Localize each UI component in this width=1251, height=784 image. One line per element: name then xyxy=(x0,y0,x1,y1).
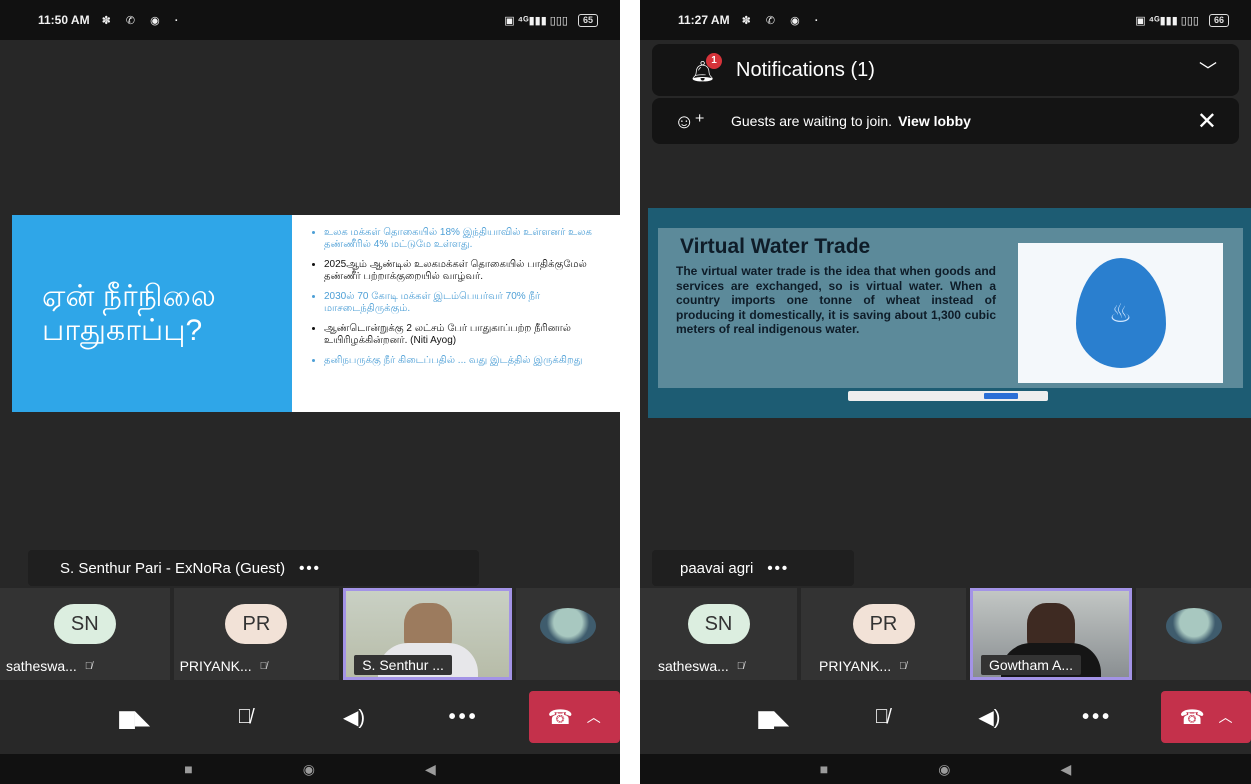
participant-name: S. Senthur ... xyxy=(354,655,452,675)
hangup-button[interactable]: ☎ ︿ xyxy=(528,691,620,743)
avatar-thumbnail xyxy=(539,608,596,644)
guest-add-icon: ☺⁺ xyxy=(674,110,705,133)
participant-tile[interactable]: PR PRIYANK... 🎙̸ xyxy=(173,588,340,680)
avatar-thumbnail xyxy=(1165,608,1222,644)
notifications-panel[interactable]: 🔔︎ 1 Notifications (1) ﹀ xyxy=(652,44,1239,96)
lobby-notification: ☺⁺ Guests are waiting to join. View lobb… xyxy=(652,98,1239,144)
more-options-icon[interactable]: ••• xyxy=(767,560,789,577)
meeting-stage: 🔔︎ 1 Notifications (1) ﹀ ☺⁺ Guests are w… xyxy=(640,40,1251,784)
shared-slide: ஏன் நீர்நிலை பாதுகாப்பு? உலக மக்கள் தொகை… xyxy=(12,215,620,573)
call-controls: ▆◣ 🎙̸ ◀) ••• ☎ ︿ xyxy=(0,680,620,754)
slide-bullet: 2030ல் 70 கோடி மக்கள் இடம்பெயர்வர் 70% ந… xyxy=(324,291,594,315)
slide-bullet: 2025ஆம் ஆண்டில் உலகமக்கள் தொகையில் பாதிக… xyxy=(324,259,594,283)
mic-off-icon: 🎙̸ xyxy=(899,660,907,672)
participant-name: satheswa... xyxy=(658,658,729,674)
back-icon[interactable]: ◀ xyxy=(425,761,436,778)
participant-video-tile[interactable]: Gowtham A... xyxy=(970,588,1132,680)
phone-hangup-icon: ☎ xyxy=(547,706,573,729)
bell-icon-wrap: 🔔︎ 1 xyxy=(690,53,722,83)
participant-tile[interactable]: PR PRIYANK... 🎙̸ xyxy=(801,588,966,680)
slide-bullet: உலக மக்கள் தொகையில் 18% இந்தியாவில் உள்ள… xyxy=(324,227,594,251)
participant-tile[interactable] xyxy=(515,588,620,680)
slide-bullet: தனிநபருக்கு நீர் கிடைப்பதில் ... வது இடத… xyxy=(324,355,594,367)
chevron-up-icon: ︿ xyxy=(1218,709,1233,725)
close-icon[interactable]: ✕ xyxy=(1197,107,1217,136)
slide-title: ஏன் நீர்நிலை பாதுகாப்பு? xyxy=(12,215,292,412)
status-right: ▣ ⁴ᴳ▮▮▮ ▯▯▯ 66 xyxy=(1135,13,1229,27)
mic-off-icon[interactable]: 🎙̸ xyxy=(828,706,936,729)
hangup-button[interactable]: ☎ ︿ xyxy=(1161,691,1251,743)
participant-video-tile[interactable]: S. Senthur ... xyxy=(343,588,512,680)
status-right: ▣ ⁴ᴳ▮▮▮ ▯▯▯ 65 xyxy=(504,13,598,27)
notification-badge: 1 xyxy=(706,53,722,69)
participant-tile[interactable] xyxy=(1136,588,1251,680)
phone-screen-left: 11:50 AM ✽ ✆ ◉ · ▣ ⁴ᴳ▮▮▮ ▯▯▯ 65 ஏன் நீர்… xyxy=(0,0,620,784)
status-icons: ✽ ✆ ◉ · xyxy=(741,14,825,27)
mic-off-icon: 🎙̸ xyxy=(84,660,93,672)
avatar: SN xyxy=(53,604,116,644)
phone-hangup-icon: ☎ xyxy=(1179,706,1205,729)
mic-off-icon: 🎙̸ xyxy=(259,660,268,672)
battery-icon: 66 xyxy=(1208,13,1229,27)
participant-name: PRIYANK... xyxy=(819,658,892,674)
shared-slide: Virtual Water Trade The virtual water tr… xyxy=(648,208,1251,418)
view-lobby-link[interactable]: View lobby xyxy=(898,113,971,129)
more-options-icon[interactable]: ••• xyxy=(299,560,321,577)
participant-strip: SN satheswa... 🎙̸ PR PRIYANK... 🎙̸ Gowtham… xyxy=(640,588,1251,680)
camera-off-icon[interactable]: ▆◣ xyxy=(720,705,828,730)
avatar: PR xyxy=(225,604,288,644)
presenter-label[interactable]: paavai agri ••• xyxy=(652,550,854,586)
chevron-down-icon[interactable]: ﹀ xyxy=(1199,57,1217,83)
participant-name: PRIYANK... xyxy=(179,658,252,674)
speaker-icon[interactable]: ◀) xyxy=(936,705,1044,730)
recents-icon[interactable]: ■ xyxy=(820,761,828,777)
camera-off-icon[interactable]: ▆◣ xyxy=(80,705,190,730)
home-icon[interactable]: ◉ xyxy=(303,761,315,778)
guest-waiting-text: Guests are waiting to join. xyxy=(730,113,893,129)
signal-icon: ▣ ⁴ᴳ▮▮▮ ▯▯▯ xyxy=(504,14,568,27)
water-drop-illustration: ♨ xyxy=(1018,243,1223,383)
participant-name: Gowtham A... xyxy=(981,655,1082,675)
avatar: PR xyxy=(852,604,915,644)
presenter-name: paavai agri xyxy=(680,559,754,577)
participant-name: satheswa... xyxy=(6,658,77,674)
more-button[interactable]: ••• xyxy=(409,706,519,729)
phone-screen-right: 11:27 AM ✽ ✆ ◉ · ▣ ⁴ᴳ▮▮▮ ▯▯▯ 66 🔔︎ 1 Not… xyxy=(640,0,1251,784)
sharing-toolbar xyxy=(848,391,1048,401)
chevron-up-icon: ︿ xyxy=(586,709,601,725)
android-nav-bar: ■ ◉ ◀ xyxy=(640,754,1251,784)
speaker-icon[interactable]: ◀) xyxy=(299,705,409,730)
status-time: 11:50 AM xyxy=(38,13,90,27)
meeting-stage: ஏன் நீர்நிலை பாதுகாப்பு? உலக மக்கள் தொகை… xyxy=(0,40,620,784)
participant-strip: SN satheswa... 🎙̸ PR PRIYANK... 🎙̸ S. Sent… xyxy=(0,588,620,680)
signal-icon: ▣ ⁴ᴳ▮▮▮ ▯▯▯ xyxy=(1135,14,1199,27)
avatar: SN xyxy=(687,604,750,644)
status-bar: 11:27 AM ✽ ✆ ◉ · ▣ ⁴ᴳ▮▮▮ ▯▯▯ 66 xyxy=(640,0,1251,40)
presenter-name: S. Senthur Pari - ExNoRa (Guest) xyxy=(60,559,286,577)
recents-icon[interactable]: ■ xyxy=(184,761,192,777)
battery-icon: 65 xyxy=(577,13,598,27)
water-drop-icon: ♨ xyxy=(1075,258,1166,368)
home-icon[interactable]: ◉ xyxy=(938,761,950,778)
status-time: 11:27 AM xyxy=(678,13,730,27)
back-icon[interactable]: ◀ xyxy=(1060,761,1071,778)
mic-off-icon: 🎙̸ xyxy=(736,660,745,672)
participant-tile[interactable]: SN satheswa... 🎙̸ xyxy=(0,588,170,680)
presenter-label[interactable]: S. Senthur Pari - ExNoRa (Guest) ••• xyxy=(28,550,479,586)
participant-tile[interactable]: SN satheswa... 🎙̸ xyxy=(640,588,797,680)
slide-bullets: உலக மக்கள் தொகையில் 18% இந்தியாவில் உள்ள… xyxy=(312,227,594,412)
status-bar: 11:50 AM ✽ ✆ ◉ · ▣ ⁴ᴳ▮▮▮ ▯▯▯ 65 xyxy=(0,0,620,40)
slide-title: Virtual Water Trade xyxy=(680,235,871,258)
slide-body: The virtual water trade is the idea that… xyxy=(676,264,996,336)
call-controls: ▆◣ 🎙̸ ◀) ••• ☎ ︿ xyxy=(640,680,1251,754)
slide-bullet: ஆண்டொன்றுக்கு 2 லட்சம் பேர் பாதுகாப்பற்ற… xyxy=(324,323,594,347)
notifications-title: Notifications (1) xyxy=(736,58,875,81)
more-button[interactable]: ••• xyxy=(1043,706,1151,729)
mic-off-icon[interactable]: 🎙̸ xyxy=(190,706,300,729)
status-icons: ✽ ✆ ◉ · xyxy=(101,14,185,27)
android-nav-bar: ■ ◉ ◀ xyxy=(0,754,620,784)
